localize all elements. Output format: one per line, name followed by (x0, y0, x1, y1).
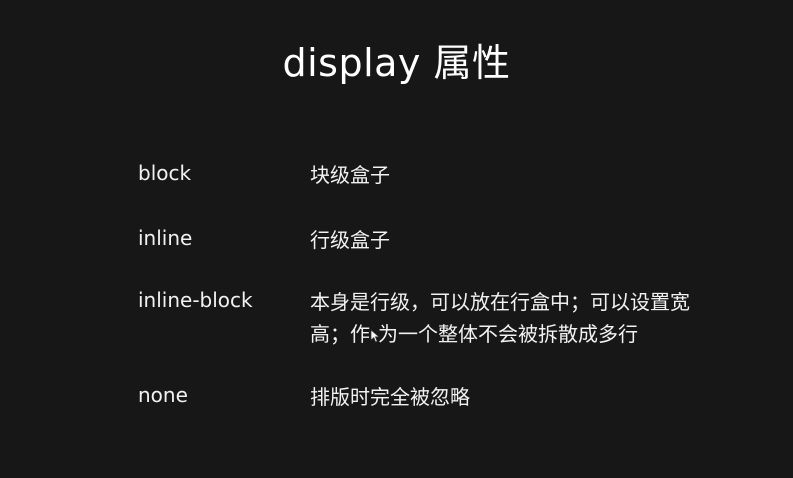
display-value: none (138, 383, 188, 407)
display-description: 排版时完全被忽略 (310, 385, 470, 409)
display-description: 行级盒子 (310, 228, 390, 252)
display-value: inline-block (138, 288, 253, 312)
display-description: 本身是行级，可以放在行盒中；可以设置宽 高；作 为一个整体不会被拆散成多行 (310, 286, 740, 350)
description-line-2-start: 高；作 (310, 322, 370, 346)
display-description: 块级盒子 (310, 163, 390, 187)
description-line-1: 本身是行级，可以放在行盒中；可以设置宽 (310, 290, 690, 314)
slide: display 属性 block 块级盒子 inline 行级盒子 inline… (0, 0, 793, 478)
display-value: block (138, 161, 192, 185)
slide-title: display 属性 (282, 41, 511, 85)
display-value: inline (138, 226, 193, 250)
description-line-2-end: 为一个整体不会被拆散成多行 (378, 322, 638, 346)
